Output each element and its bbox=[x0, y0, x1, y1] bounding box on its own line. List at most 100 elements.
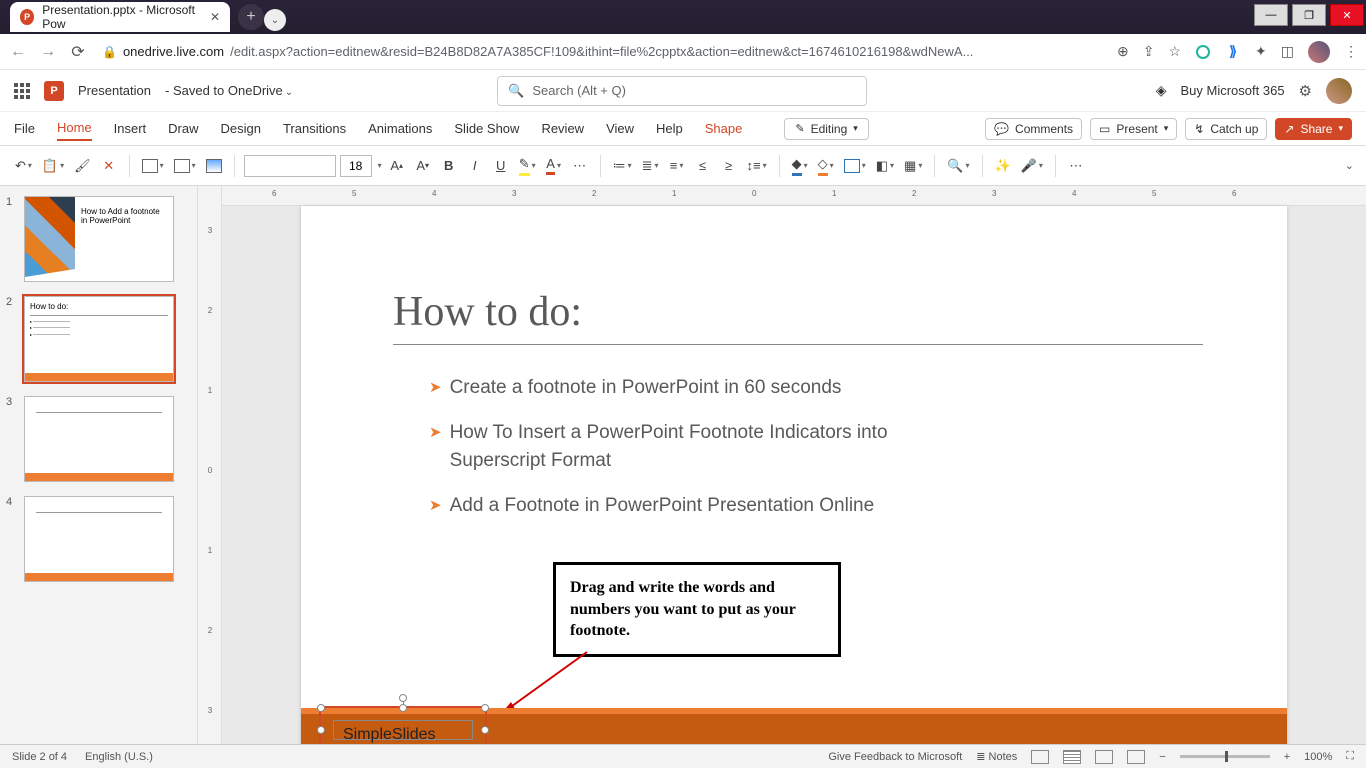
editing-mode-button[interactable]: ✎ Editing ▾ bbox=[784, 118, 868, 140]
side-panel-icon[interactable]: ◫ bbox=[1281, 43, 1294, 60]
nav-reload-button[interactable]: ⟳ bbox=[68, 42, 88, 62]
menu-review[interactable]: Review bbox=[541, 117, 584, 140]
slide-thumb-2[interactable]: How to do: ▸ ─────────────▸ ────────────… bbox=[24, 296, 174, 382]
footnote-text[interactable]: SimpleSlides bbox=[343, 726, 435, 744]
increase-indent-button[interactable]: ≥ bbox=[718, 153, 740, 179]
settings-gear-icon[interactable]: ⚙ bbox=[1299, 82, 1312, 100]
menu-shape[interactable]: Shape bbox=[705, 117, 743, 140]
menu-help[interactable]: Help bbox=[656, 117, 683, 140]
window-maximize-button[interactable]: ❐ bbox=[1292, 4, 1326, 26]
increase-font-button[interactable]: A▴ bbox=[386, 153, 408, 179]
menu-design[interactable]: Design bbox=[221, 117, 261, 140]
decrease-indent-button[interactable]: ≤ bbox=[692, 153, 714, 179]
menu-transitions[interactable]: Transitions bbox=[283, 117, 346, 140]
shapes-button[interactable]: ▾ bbox=[841, 153, 869, 179]
catchup-button[interactable]: ↯Catch up bbox=[1185, 118, 1267, 140]
resize-handle[interactable] bbox=[481, 704, 489, 712]
resize-handle[interactable] bbox=[317, 726, 325, 734]
menu-home[interactable]: Home bbox=[57, 116, 92, 141]
tab-close-icon[interactable]: ✕ bbox=[210, 10, 220, 24]
menu-insert[interactable]: Insert bbox=[114, 117, 147, 140]
cast-icon[interactable]: ⟫ bbox=[1225, 44, 1241, 60]
slide-counter[interactable]: Slide 2 of 4 bbox=[12, 751, 67, 763]
notes-toggle[interactable]: ≣ Notes bbox=[976, 750, 1017, 763]
menu-slideshow[interactable]: Slide Show bbox=[454, 117, 519, 140]
chrome-account-chevron[interactable]: ⌄ bbox=[264, 9, 286, 31]
slide-body-text[interactable]: ➤Create a footnote in PowerPoint in 60 s… bbox=[429, 374, 970, 536]
document-name[interactable]: Presentation bbox=[78, 83, 151, 98]
layout-button[interactable]: ▾ bbox=[171, 153, 199, 179]
window-minimize-button[interactable]: — bbox=[1254, 4, 1288, 26]
highlight-button[interactable]: ✎▾ bbox=[516, 153, 539, 179]
zoom-in-button[interactable]: + bbox=[1284, 751, 1290, 763]
zoom-icon[interactable]: ⊕ bbox=[1117, 43, 1129, 60]
quick-styles-button[interactable]: ▦▾ bbox=[901, 153, 925, 179]
extensions-puzzle-icon[interactable]: ✦ bbox=[1255, 43, 1267, 60]
dictate-button[interactable]: 🎤▾ bbox=[1018, 153, 1046, 179]
reset-slide-button[interactable] bbox=[203, 153, 225, 179]
find-button[interactable]: 🔍▾ bbox=[944, 153, 972, 179]
feedback-link[interactable]: Give Feedback to Microsoft bbox=[828, 751, 962, 763]
new-slide-button[interactable]: ▾ bbox=[139, 153, 167, 179]
browser-tab[interactable]: P Presentation.pptx - Microsoft Pow ✕ bbox=[10, 2, 230, 32]
buy-link[interactable]: Buy Microsoft 365 bbox=[1181, 83, 1285, 98]
line-spacing-button[interactable]: ↕≡▾ bbox=[744, 153, 770, 179]
numbering-button[interactable]: ≣▾ bbox=[639, 153, 662, 179]
share-page-icon[interactable]: ⇪ bbox=[1143, 43, 1155, 60]
menu-file[interactable]: File bbox=[14, 117, 35, 140]
more-commands-button[interactable]: ⋯ bbox=[1065, 153, 1087, 179]
delete-button[interactable]: ✕ bbox=[98, 153, 120, 179]
slideshow-view-button[interactable] bbox=[1127, 750, 1145, 764]
present-button[interactable]: ▭Present▾ bbox=[1090, 118, 1177, 140]
font-color-button[interactable]: A▾ bbox=[543, 153, 565, 179]
italic-button[interactable]: I bbox=[464, 153, 486, 179]
bold-button[interactable]: B bbox=[438, 153, 460, 179]
share-button[interactable]: ↗Share▾ bbox=[1275, 118, 1352, 140]
font-name-input[interactable] bbox=[244, 155, 336, 177]
align-button[interactable]: ≡▾ bbox=[666, 153, 688, 179]
selected-textbox[interactable]: SimpleSlides bbox=[319, 706, 487, 744]
user-avatar[interactable] bbox=[1326, 78, 1352, 104]
menu-view[interactable]: View bbox=[606, 117, 634, 140]
slide-thumb-3[interactable] bbox=[24, 396, 174, 482]
profile-avatar[interactable] bbox=[1308, 41, 1330, 63]
fit-to-window-button[interactable]: ⛶ bbox=[1346, 750, 1354, 763]
slide-canvas[interactable]: How to do: ➤Create a footnote in PowerPo… bbox=[301, 206, 1287, 744]
resize-handle[interactable] bbox=[317, 704, 325, 712]
designer-button[interactable]: ✨ bbox=[992, 153, 1014, 179]
more-font-button[interactable]: ⋯ bbox=[569, 153, 591, 179]
collapse-ribbon-icon[interactable]: ⌄ bbox=[1345, 159, 1354, 172]
zoom-level[interactable]: 100% bbox=[1304, 751, 1332, 763]
comments-button[interactable]: 💬Comments bbox=[985, 118, 1082, 140]
reading-view-button[interactable] bbox=[1095, 750, 1113, 764]
slide-title-text[interactable]: How to do: bbox=[393, 288, 582, 336]
resize-handle[interactable] bbox=[399, 704, 407, 712]
url-field[interactable]: 🔒 onedrive.live.com/edit.aspx?action=edi… bbox=[102, 44, 1022, 59]
underline-button[interactable]: U bbox=[490, 153, 512, 179]
rotate-handle[interactable] bbox=[399, 694, 407, 702]
nav-back-button[interactable]: ← bbox=[8, 43, 28, 61]
save-status[interactable]: - Saved to OneDrive⌄ bbox=[165, 83, 293, 98]
paste-button[interactable]: 📋▾ bbox=[39, 153, 67, 179]
undo-button[interactable]: ↶▾ bbox=[12, 153, 35, 179]
zoom-out-button[interactable]: − bbox=[1159, 751, 1165, 763]
bookmark-star-icon[interactable]: ☆ bbox=[1168, 43, 1181, 60]
decrease-font-button[interactable]: A▾ bbox=[412, 153, 434, 179]
arrange-button[interactable]: ◧▾ bbox=[873, 153, 897, 179]
resize-handle[interactable] bbox=[481, 726, 489, 734]
app-launcher-icon[interactable] bbox=[14, 83, 30, 99]
shape-outline-button[interactable]: ◇▾ bbox=[815, 153, 837, 179]
extension-icon-1[interactable] bbox=[1195, 44, 1211, 60]
menu-animations[interactable]: Animations bbox=[368, 117, 432, 140]
format-painter-button[interactable]: 🖌 bbox=[71, 153, 94, 179]
search-input[interactable]: 🔍 Search (Alt + Q) bbox=[497, 76, 867, 106]
bullets-button[interactable]: ≔▾ bbox=[610, 153, 635, 179]
slide-thumb-1[interactable]: How to Add a footnote in PowerPoint bbox=[24, 196, 174, 282]
kebab-menu-icon[interactable]: ⋮ bbox=[1344, 43, 1358, 60]
font-size-input[interactable] bbox=[340, 155, 372, 177]
language-status[interactable]: English (U.S.) bbox=[85, 751, 153, 763]
window-close-button[interactable]: ✕ bbox=[1330, 4, 1364, 26]
new-tab-button[interactable]: + bbox=[238, 4, 264, 30]
shape-fill-button[interactable]: ◆▾ bbox=[789, 153, 811, 179]
menu-draw[interactable]: Draw bbox=[168, 117, 198, 140]
